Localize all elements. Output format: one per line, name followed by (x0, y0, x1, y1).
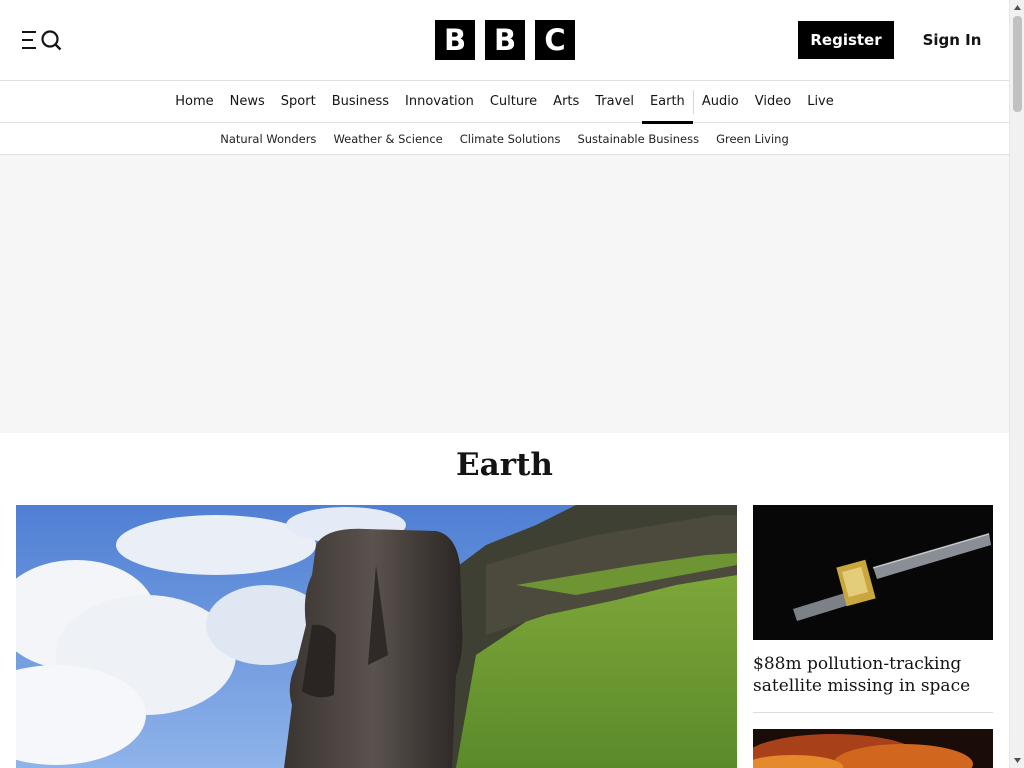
primary-nav: Home News Sport Business Innovation Cult… (0, 81, 1009, 124)
secondary-nav: Natural Wonders Weather & Science Climat… (0, 123, 1009, 155)
scrollbar-thumb[interactable] (1013, 16, 1022, 112)
nav-item-live[interactable]: Live (799, 81, 842, 123)
logo-letter: B (435, 20, 475, 60)
side-story-card[interactable]: $88m pollution-tracking satellite missin… (753, 505, 993, 697)
nav-item-home[interactable]: Home (167, 81, 221, 123)
section-title: Earth (456, 447, 553, 483)
nav-item-news[interactable]: News (222, 81, 273, 123)
page: B B C Register Sign In Home News Sport B… (0, 0, 1009, 768)
subnav-item-natural-wonders[interactable]: Natural Wonders (220, 132, 316, 146)
scroll-down-arrow-icon[interactable] (1010, 753, 1024, 768)
nav-item-business[interactable]: Business (324, 81, 397, 123)
satellite-image (753, 505, 993, 640)
subnav-item-climate-solutions[interactable]: Climate Solutions (460, 132, 561, 146)
logo-letter: B (485, 20, 525, 60)
menu-search-icon[interactable] (22, 29, 64, 51)
sign-in-button[interactable]: Sign In (916, 21, 988, 59)
scroll-up-arrow-icon[interactable] (1010, 0, 1024, 15)
nav-item-video[interactable]: Video (747, 81, 799, 123)
side-story-headline[interactable]: $88m pollution-tracking satellite missin… (753, 653, 993, 697)
divider (753, 712, 993, 713)
vertical-scrollbar[interactable] (1009, 0, 1024, 768)
register-button[interactable]: Register (798, 21, 894, 59)
nav-item-earth[interactable]: Earth (641, 81, 693, 124)
nav-item-culture[interactable]: Culture (482, 81, 545, 123)
hero-story-image[interactable] (16, 505, 737, 768)
subnav-item-weather-science[interactable]: Weather & Science (333, 132, 442, 146)
logo-letter: C (535, 20, 575, 60)
nav-item-innovation[interactable]: Innovation (397, 81, 482, 123)
subnav-item-green-living[interactable]: Green Living (716, 132, 789, 146)
nav-item-sport[interactable]: Sport (273, 81, 324, 123)
nav-item-audio[interactable]: Audio (694, 81, 747, 123)
subnav-item-sustainable-business[interactable]: Sustainable Business (577, 132, 699, 146)
nav-item-travel[interactable]: Travel (587, 81, 642, 123)
nav-item-arts[interactable]: Arts (545, 81, 587, 123)
second-side-story-image[interactable] (753, 729, 993, 768)
bbc-logo[interactable]: B B C (435, 20, 575, 60)
site-header: B B C Register Sign In (0, 0, 1009, 81)
advertisement-placeholder (0, 155, 1009, 433)
